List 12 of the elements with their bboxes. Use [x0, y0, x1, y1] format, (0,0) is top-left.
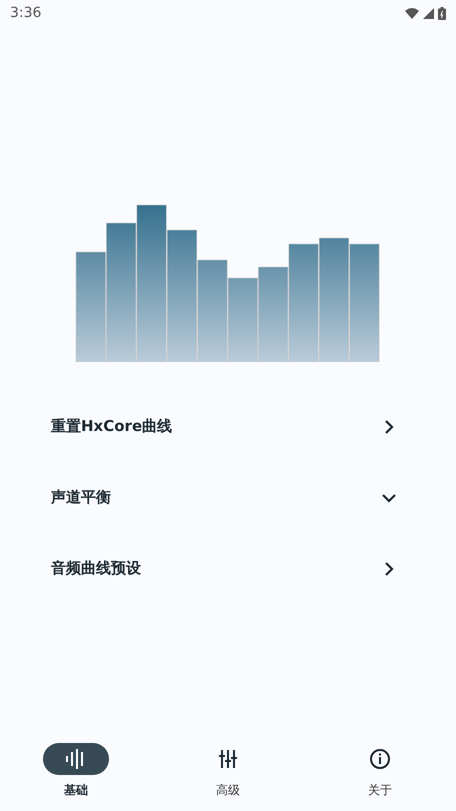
battery-icon: [438, 6, 446, 20]
menu-item[interactable]: 声道平衡: [0, 462, 456, 533]
clock: 3:36: [10, 4, 42, 22]
nav-tab[interactable]: 基础: [0, 743, 152, 811]
menu-item[interactable]: 音频曲线预设: [0, 533, 456, 604]
signal-icon: [423, 8, 434, 18]
nav-tab[interactable]: 高级: [152, 743, 304, 811]
info-icon: [369, 748, 391, 770]
menu-item[interactable]: 重置HxCore曲线: [0, 391, 456, 462]
sliders-icon: [218, 749, 238, 769]
nav-tab[interactable]: 关于: [304, 743, 456, 811]
wifi-icon: [405, 8, 419, 18]
